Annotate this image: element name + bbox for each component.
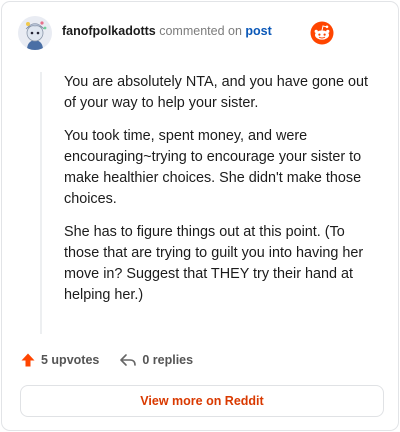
comment-actions: 5 upvotes 0 replies <box>20 350 193 370</box>
snoo-avatar-icon <box>18 16 52 50</box>
reply-arrow-icon <box>120 354 137 366</box>
comment-paragraph: She has to figure things out at this poi… <box>64 224 364 303</box>
comment-paragraph: You took time, spent money, and were enc… <box>64 128 362 207</box>
user-avatar[interactable] <box>18 16 52 50</box>
comment-body: You are absolutely NTA, and you have gon… <box>40 72 380 334</box>
reply-button[interactable]: 0 replies <box>119 352 193 368</box>
comment-embed-card: fanofpolkadotts commented on post You ar… <box>1 1 399 431</box>
upvote-arrow-icon <box>21 353 35 367</box>
post-link[interactable]: post <box>245 24 271 38</box>
upvote-count: 5 upvotes <box>41 353 100 367</box>
view-more-on-reddit-button[interactable]: View more on Reddit <box>20 385 384 417</box>
comment-header: fanofpolkadotts commented on post <box>18 16 384 56</box>
comment-paragraph: You are absolutely NTA, and you have gon… <box>64 74 369 111</box>
author-line: fanofpolkadotts commented on post <box>62 24 272 38</box>
reply-count: 0 replies <box>142 353 194 367</box>
author-name[interactable]: fanofpolkadotts <box>62 24 156 38</box>
upvote-button[interactable]: 5 upvotes <box>20 352 99 368</box>
reddit-brand[interactable] <box>310 20 384 46</box>
commented-on-text: commented on <box>159 24 242 38</box>
reddit-logo-icon <box>310 21 334 45</box>
